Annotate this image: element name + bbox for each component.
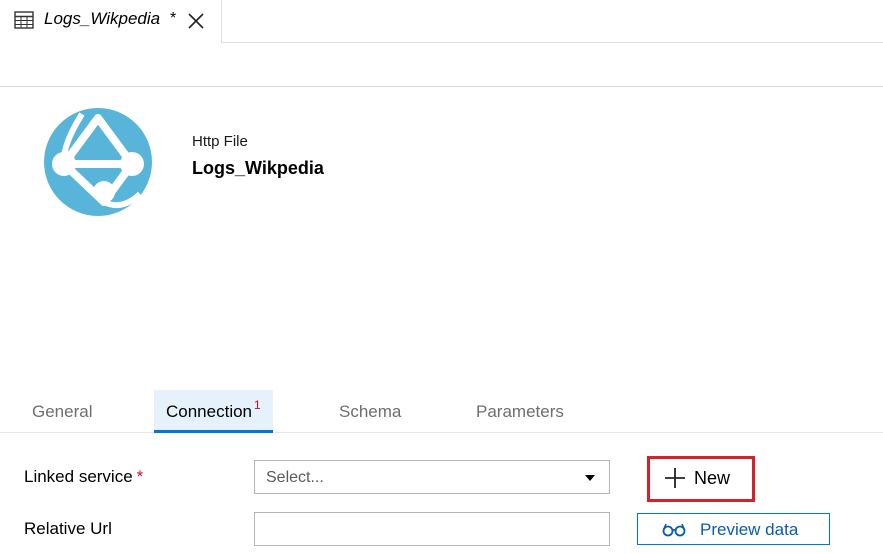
close-icon[interactable] [186, 11, 206, 31]
preview-data-button[interactable]: Preview data [637, 513, 830, 545]
linked-service-select-value: Select... [266, 469, 324, 486]
relative-url-label: Relative Url [24, 519, 112, 538]
http-globe-icon [44, 108, 152, 216]
header-divider [0, 86, 883, 87]
linked-service-label-text: Linked service [24, 467, 133, 486]
property-tabs: General Connection 1 Schema Parameters [0, 390, 883, 433]
tab-schema-label: Schema [339, 402, 402, 421]
document-tab-title: Logs_Wikpedia [44, 9, 161, 28]
plus-icon [665, 468, 685, 488]
unsaved-marker: * [170, 10, 177, 27]
tab-general-label: General [32, 402, 93, 421]
linked-service-select[interactable]: Select... [254, 460, 610, 494]
tab-general[interactable]: General [32, 390, 92, 433]
required-marker: * [136, 467, 144, 486]
dataset-name: Logs_Wikpedia [192, 158, 324, 178]
table-icon [14, 11, 34, 29]
document-tab[interactable]: Logs_Wikpedia * [0, 0, 222, 44]
error-count-badge: 1 [254, 398, 261, 412]
new-button-label: New [694, 468, 731, 488]
preview-data-label: Preview data [700, 520, 799, 539]
linked-service-label: Linked service * [24, 467, 143, 487]
glasses-icon [662, 523, 686, 537]
tab-parameters[interactable]: Parameters [476, 390, 564, 433]
tab-schema[interactable]: Schema [339, 390, 401, 433]
document-tabstrip: Logs_Wikpedia * [0, 0, 883, 44]
relative-url-input[interactable] [254, 512, 610, 546]
chevron-down-icon [585, 475, 595, 481]
tab-connection[interactable]: Connection 1 [154, 390, 273, 433]
tab-parameters-label: Parameters [476, 402, 564, 421]
dataset-type: Http File [192, 133, 248, 150]
tab-connection-label: Connection [166, 402, 253, 421]
new-linked-service-button[interactable]: New [647, 456, 755, 502]
